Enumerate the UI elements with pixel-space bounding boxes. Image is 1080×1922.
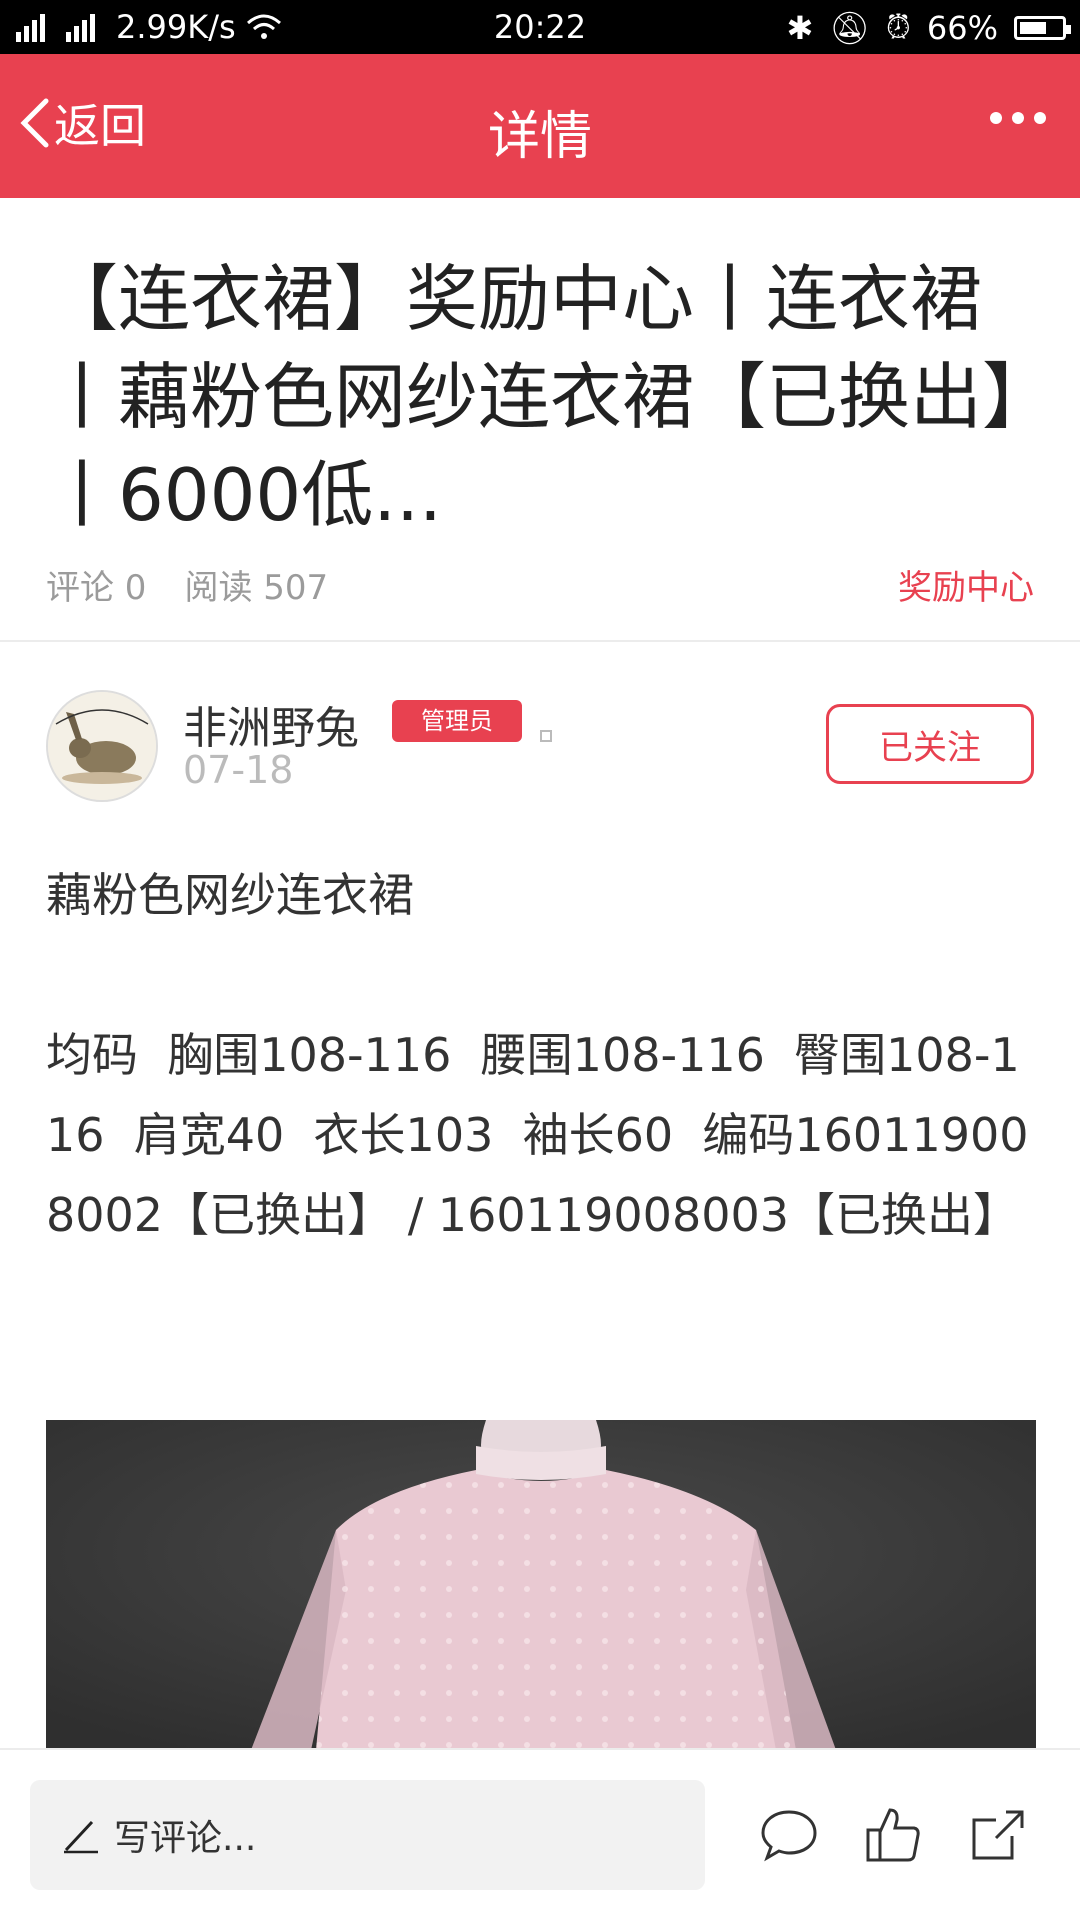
comment-count: 评论 0 (46, 568, 147, 608)
rabbit-avatar-image (48, 692, 156, 800)
small-square-icon (540, 730, 552, 742)
alarm-icon: ⏰︎ (885, 8, 911, 46)
comment-input[interactable]: 写评论... (30, 1780, 705, 1890)
battery-percent: 66% (926, 8, 998, 47)
more-dot-icon (1012, 112, 1024, 124)
product-image[interactable] (46, 1420, 1036, 1750)
share-icon[interactable] (966, 1804, 1028, 1866)
more-dot-icon (1034, 112, 1046, 124)
battery-fill (1020, 21, 1046, 34)
post-title: 【连衣裙】奖励中心丨连衣裙丨藕粉色网纱连衣裙【已换出】丨6000低... (46, 257, 1019, 537)
pencil-icon (64, 1820, 98, 1854)
post-body: 藕粉色网纱连衣裙 均码 胸围108-116 腰围108-116 臀围108-11… (46, 855, 1036, 1335)
more-dot-icon (990, 112, 1002, 124)
more-button[interactable] (990, 112, 1046, 124)
battery-icon (1014, 15, 1071, 40)
follow-button[interactable]: 已关注 (826, 704, 1034, 784)
status-bar: 2.99K/s 20:22 ✱ 🔕︎ ⏰︎ 66% (0, 0, 1080, 54)
page-title: 详情 (487, 107, 592, 167)
bluetooth-icon: ✱ (786, 8, 814, 47)
body-paragraph: 均码 胸围108-116 腰围108-116 臀围108-116 肩宽40 衣长… (46, 1028, 1029, 1242)
status-right: ✱ 🔕︎ ⏰︎ 66% (786, 8, 1071, 47)
category-link[interactable]: 奖励中心 (898, 560, 1034, 609)
like-icon[interactable] (862, 1804, 924, 1866)
post-meta: 评论 0 阅读 507 (46, 560, 328, 609)
bottom-bar: 写评论... (0, 1748, 1080, 1922)
divider (0, 640, 1080, 642)
comment-icon[interactable] (758, 1804, 820, 1866)
mute-bell-icon: 🔕︎ (829, 8, 870, 47)
body-paragraph: 藕粉色网纱连衣裙 (46, 868, 414, 922)
post-date: 07-18 (183, 748, 294, 792)
nav-bar: 返回 详情 (0, 54, 1080, 198)
read-count: 阅读 507 (184, 568, 329, 608)
admin-badge: 管理员 (392, 700, 522, 742)
author-name[interactable]: 非洲野兔 (183, 692, 359, 756)
avatar[interactable] (46, 690, 158, 802)
dress-photo (46, 1420, 1036, 1750)
comment-placeholder: 写评论... (114, 1818, 257, 1859)
